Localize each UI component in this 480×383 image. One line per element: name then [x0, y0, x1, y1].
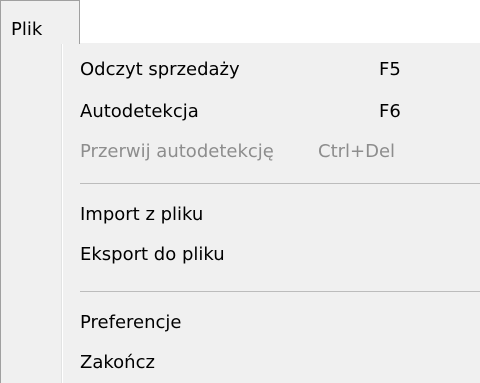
menu-item-shortcut: F6 [379, 101, 401, 122]
menubar-item-label: Plik [11, 19, 43, 40]
file-menu-dropdown: Odczyt sprzedaży F5 Autodetekcja F6 Prze… [0, 43, 480, 383]
menubar-item-plik[interactable]: Plik [0, 0, 80, 44]
menu-item-odczyt-sprzedazy[interactable]: Odczyt sprzedaży F5 [63, 52, 480, 88]
menu-separator [80, 183, 480, 184]
icon-gutter [2, 43, 60, 383]
menu-item-autodetekcja[interactable]: Autodetekcja F6 [63, 94, 480, 130]
menu-item-shortcut: Ctrl+Del [318, 141, 396, 162]
menu-item-label: Przerwij autodetekcję [80, 141, 274, 162]
menu-item-label: Autodetekcja [80, 101, 199, 122]
menu-item-label: Import z pliku [80, 204, 204, 225]
menu-item-eksport-do-pliku[interactable]: Eksport do pliku [63, 237, 480, 273]
menu-item-import-z-pliku[interactable]: Import z pliku [63, 197, 480, 233]
menu-screen: Plik Odczyt sprzedaży F5 Autodetekcja F6… [0, 0, 480, 383]
menu-item-label: Zakończ [80, 352, 155, 373]
menu-item-label: Eksport do pliku [80, 244, 225, 265]
menu-item-shortcut: F5 [379, 59, 401, 80]
menu-item-label: Odczyt sprzedaży [80, 59, 240, 80]
menu-item-przerwij-autodetekcje: Przerwij autodetekcję Ctrl+Del [63, 134, 480, 170]
menu-item-zakoncz[interactable]: Zakończ [63, 345, 480, 381]
menu-separator [80, 291, 480, 292]
menu-item-preferencje[interactable]: Preferencje [63, 305, 480, 341]
menu-item-label: Preferencje [80, 312, 182, 333]
